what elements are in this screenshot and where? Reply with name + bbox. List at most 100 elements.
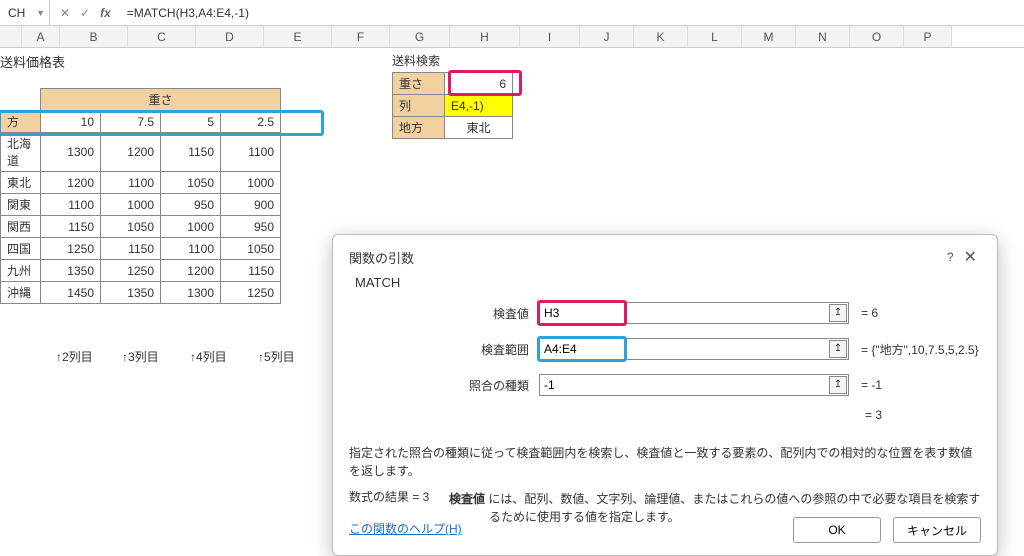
col-K[interactable]: K (634, 26, 688, 47)
data-cell[interactable]: 1000 (101, 194, 161, 216)
col-E[interactable]: E (264, 26, 332, 47)
col-N[interactable]: N (796, 26, 850, 47)
region-cell[interactable]: 北海道 (1, 133, 41, 172)
data-cell[interactable]: 1000 (221, 172, 281, 194)
region-cell[interactable]: 九州 (1, 260, 41, 282)
data-cell[interactable]: 1050 (101, 216, 161, 238)
data-cell[interactable]: 1250 (101, 260, 161, 282)
data-cell[interactable]: 950 (161, 194, 221, 216)
region-cell[interactable]: 四国 (1, 238, 41, 260)
column-hint: ↑2列目 (56, 348, 93, 365)
help-icon[interactable]: ? (941, 250, 960, 264)
search-label: 地方 (393, 117, 445, 139)
help-link[interactable]: この関数のヘルプ(H) (349, 520, 462, 537)
weight-cell[interactable]: 7.5 (101, 111, 161, 133)
data-cell[interactable]: 1050 (221, 238, 281, 260)
shipping-table: 重さ 方 10 7.5 5 2.5 北海道1300120011501100 東北… (0, 88, 281, 304)
col-I[interactable]: I (520, 26, 580, 47)
col-F[interactable]: F (332, 26, 390, 47)
data-cell[interactable]: 1000 (161, 216, 221, 238)
arg-label: 検査値 (349, 305, 539, 322)
intermediate-result: = 3 (865, 408, 981, 422)
formula-input[interactable]: =MATCH(H3,A4:E4,-1) (121, 6, 249, 20)
search-value-col[interactable]: E4,-1) (445, 95, 513, 117)
function-name: MATCH (349, 275, 981, 290)
data-cell[interactable]: 950 (221, 216, 281, 238)
function-arguments-dialog: 関数の引数 ? ✕ MATCH 検査値 ↥ = 6 検査範囲 ↥ = {"地方"… (332, 234, 998, 556)
search-value-weight[interactable]: 6 (445, 73, 513, 95)
arg-result: = {"地方",10,7.5,5,2.5} (861, 341, 979, 358)
arg-label: 検査範囲 (349, 341, 539, 358)
range-select-icon[interactable]: ↥ (829, 340, 847, 358)
col-G[interactable]: G (390, 26, 450, 47)
search-label: 重さ (393, 73, 445, 95)
lookup-value-input[interactable] (539, 302, 849, 324)
name-box-text: CH (8, 6, 25, 20)
col-M[interactable]: M (742, 26, 796, 47)
data-cell[interactable]: 1150 (161, 133, 221, 172)
close-icon[interactable]: ✕ (960, 247, 981, 267)
col-H[interactable]: H (450, 26, 520, 47)
region-cell[interactable]: 東北 (1, 172, 41, 194)
confirm-formula-icon[interactable]: ✓ (80, 6, 90, 20)
col-J[interactable]: J (580, 26, 634, 47)
region-cell[interactable]: 関東 (1, 194, 41, 216)
cancel-formula-icon[interactable]: ✕ (60, 6, 70, 20)
data-cell[interactable]: 1150 (101, 238, 161, 260)
data-cell[interactable]: 1100 (101, 172, 161, 194)
data-cell[interactable]: 1450 (41, 282, 101, 304)
data-cell[interactable]: 1100 (161, 238, 221, 260)
col-L[interactable]: L (688, 26, 742, 47)
data-cell[interactable]: 1250 (41, 238, 101, 260)
region-header: 方 (1, 111, 41, 133)
data-cell[interactable]: 1150 (41, 216, 101, 238)
arg-label: 照合の種類 (349, 377, 539, 394)
weight-header: 重さ (41, 89, 281, 111)
column-hint: ↑5列目 (258, 348, 295, 365)
search-value-region[interactable]: 東北 (445, 117, 513, 139)
weight-cell[interactable]: 10 (41, 111, 101, 133)
ok-button[interactable]: OK (793, 517, 881, 543)
name-box[interactable]: CH ▼ (0, 0, 50, 25)
arg-result: = -1 (861, 378, 882, 392)
data-cell[interactable]: 1200 (161, 260, 221, 282)
arg-result: = 6 (861, 306, 878, 320)
lookup-array-input[interactable] (539, 338, 849, 360)
range-select-icon[interactable]: ↥ (829, 304, 847, 322)
function-description: 指定された照合の種類に従って検査範囲内を検索し、検査値と一致する要素の、配列内で… (349, 444, 981, 480)
formula-result: 数式の結果 = 3 (349, 488, 429, 505)
col-D[interactable]: D (196, 26, 264, 47)
data-cell[interactable]: 1200 (101, 133, 161, 172)
col-P[interactable]: P (904, 26, 952, 47)
data-cell[interactable]: 1350 (101, 282, 161, 304)
range-select-icon[interactable]: ↥ (829, 376, 847, 394)
col-A[interactable]: A (22, 26, 60, 47)
region-cell[interactable]: 沖縄 (1, 282, 41, 304)
match-type-input[interactable] (539, 374, 849, 396)
data-cell[interactable]: 1050 (161, 172, 221, 194)
data-cell[interactable]: 1100 (221, 133, 281, 172)
search-title: 送料検索 (392, 52, 440, 69)
data-cell[interactable]: 1200 (41, 172, 101, 194)
weight-cell[interactable]: 2.5 (221, 111, 281, 133)
col-C[interactable]: C (128, 26, 196, 47)
data-cell[interactable]: 1300 (41, 133, 101, 172)
region-cell[interactable]: 関西 (1, 216, 41, 238)
cancel-button[interactable]: キャンセル (893, 517, 981, 543)
weight-cell[interactable]: 5 (161, 111, 221, 133)
chevron-down-icon[interactable]: ▼ (36, 8, 45, 18)
data-cell[interactable]: 900 (221, 194, 281, 216)
data-cell[interactable]: 1150 (221, 260, 281, 282)
formula-bar: CH ▼ ✕ ✓ fx =MATCH(H3,A4:E4,-1) (0, 0, 1024, 26)
fx-icon[interactable]: fx (100, 6, 111, 20)
col-B[interactable]: B (60, 26, 128, 47)
data-cell[interactable]: 1100 (41, 194, 101, 216)
data-cell[interactable]: 1300 (161, 282, 221, 304)
column-hint: ↑4列目 (190, 348, 227, 365)
data-cell[interactable]: 1250 (221, 282, 281, 304)
search-table: 重さ6 列E4,-1) 地方東北 (392, 72, 513, 139)
table-title: 送料価格表 (0, 52, 65, 71)
col-O[interactable]: O (850, 26, 904, 47)
column-hint: ↑3列目 (122, 348, 159, 365)
data-cell[interactable]: 1350 (41, 260, 101, 282)
